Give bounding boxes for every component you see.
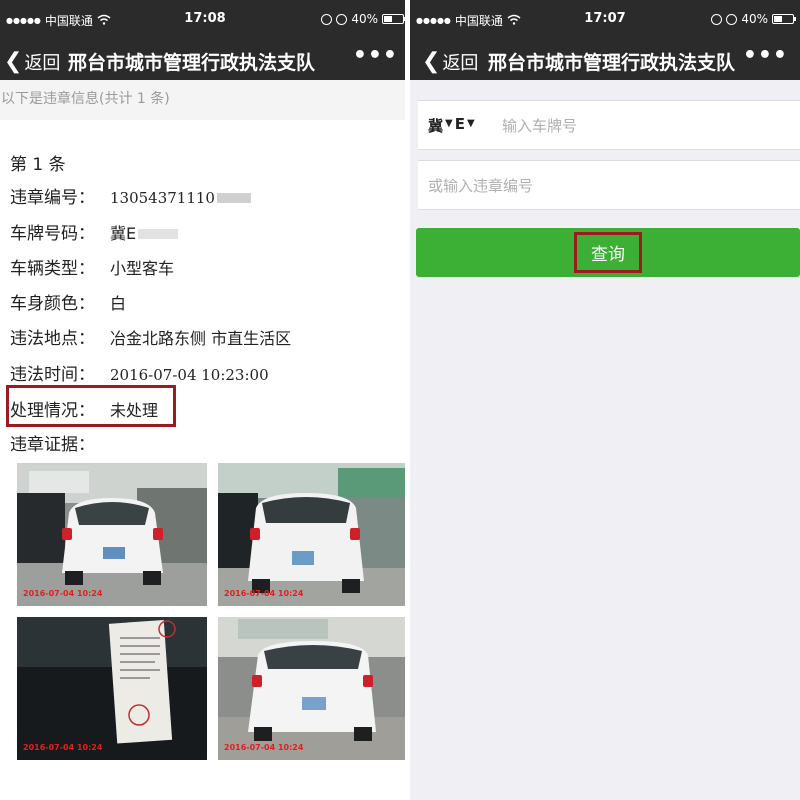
nav-bar: ❮ 返回 邢台市城市管理行政执法支队 ••• bbox=[410, 40, 800, 80]
field-label: 违法地点： bbox=[10, 329, 95, 349]
plate-input-row: 冀 ▼ E ▼ bbox=[418, 100, 800, 150]
province-selector[interactable]: 冀 ▼ E ▼ bbox=[428, 115, 475, 136]
field-evidence: 违章证据： bbox=[10, 430, 110, 455]
field-value: 小型客车 bbox=[110, 259, 175, 278]
alarm-icon bbox=[726, 13, 738, 25]
field-plate-number: 车牌号码： 冀E bbox=[10, 219, 179, 244]
evidence-photo[interactable]: 2016-07-04 10:24 bbox=[218, 617, 408, 760]
photo-timestamp: 2016-07-04 10:24 bbox=[224, 743, 304, 752]
field-label: 违章证据： bbox=[10, 435, 95, 455]
field-vehicle-type: 车辆类型： 小型客车 bbox=[10, 254, 174, 279]
field-violation-number: 违章编号： 13054371110 bbox=[10, 183, 251, 208]
field-label: 车辆类型： bbox=[10, 259, 95, 279]
province-value: 冀 bbox=[428, 117, 444, 135]
violation-code-row bbox=[418, 160, 800, 210]
field-label: 违法时间： bbox=[10, 365, 95, 385]
status-highlight-box bbox=[6, 385, 176, 427]
field-label: 违章编号： bbox=[10, 188, 95, 208]
orientation-lock-icon bbox=[711, 13, 723, 25]
status-bar: ●●●●● 中国联通 17:07 40% bbox=[410, 0, 800, 40]
photo-timestamp: 2016-07-04 10:24 bbox=[224, 589, 304, 598]
back-button[interactable]: ❮ 返回 bbox=[422, 49, 478, 75]
more-menu-icon[interactable]: ••• bbox=[353, 43, 398, 68]
photo-timestamp: 2016-07-04 10:24 bbox=[23, 743, 103, 752]
page-title: 邢台市城市管理行政执法支队 bbox=[488, 52, 736, 74]
plate-number-input[interactable] bbox=[502, 113, 782, 139]
result-count-note: 以下是违章信息(共计 1 条) bbox=[0, 80, 410, 120]
field-value: 冶金北路东侧 市直生活区 bbox=[110, 329, 292, 348]
field-value: 冀E bbox=[110, 224, 137, 243]
page-title: 邢台市城市管理行政执法支队 bbox=[68, 52, 316, 74]
query-button[interactable]: 查询 bbox=[416, 228, 800, 277]
field-time: 违法时间： 2016-07-04 10:23:00 bbox=[10, 360, 269, 385]
caret-down-icon: ▼ bbox=[445, 118, 453, 129]
orientation-lock-icon bbox=[321, 13, 333, 25]
back-button[interactable]: ❮ 返回 bbox=[4, 49, 60, 75]
status-bar: ●●●●● 中国联通 17:08 40% bbox=[0, 0, 410, 40]
letter-value: E bbox=[454, 115, 465, 133]
query-button-label: 查询 bbox=[574, 232, 642, 273]
field-value: 2016-07-04 10:23:00 bbox=[110, 366, 269, 384]
alarm-icon bbox=[336, 13, 348, 25]
record-index: 第 1 条 bbox=[10, 155, 66, 175]
field-value: 13054371110 bbox=[110, 189, 215, 207]
field-body-color: 车身颜色： 白 bbox=[10, 289, 126, 314]
nav-bar: ❮ 返回 邢台市城市管理行政执法支队 ••• bbox=[0, 40, 410, 80]
evidence-photo[interactable]: 2016-07-04 10:24 bbox=[17, 617, 207, 760]
redacted-mark bbox=[138, 229, 179, 239]
field-value: 白 bbox=[110, 294, 127, 313]
evidence-photo[interactable]: 2016-07-04 10:24 bbox=[17, 463, 207, 606]
back-label: 返回 bbox=[442, 53, 479, 74]
field-label: 车牌号码： bbox=[10, 224, 95, 244]
caret-down-icon: ▼ bbox=[466, 118, 475, 129]
evidence-photo[interactable]: 2016-07-04 10:24 bbox=[218, 463, 408, 606]
more-menu-icon[interactable]: ••• bbox=[743, 43, 788, 68]
back-label: 返回 bbox=[24, 53, 61, 74]
photo-timestamp: 2016-07-04 10:24 bbox=[23, 589, 103, 598]
chevron-left-icon: ❮ bbox=[422, 49, 441, 74]
field-location: 违法地点： 冶金北路东侧 市直生活区 bbox=[10, 324, 291, 349]
chevron-left-icon: ❮ bbox=[4, 49, 23, 74]
field-label: 车身颜色： bbox=[10, 294, 95, 314]
battery-percent: 40% bbox=[351, 12, 378, 26]
battery-icon bbox=[772, 14, 796, 24]
redacted-mark bbox=[216, 193, 251, 203]
violation-result-screen: ●●●●● 中国联通 17:08 40% ❮ 返回 邢台市城市管理行政执法支队 … bbox=[0, 0, 410, 800]
violation-number-input[interactable] bbox=[428, 173, 778, 199]
battery-percent: 40% bbox=[741, 12, 768, 26]
battery-icon bbox=[382, 14, 406, 24]
